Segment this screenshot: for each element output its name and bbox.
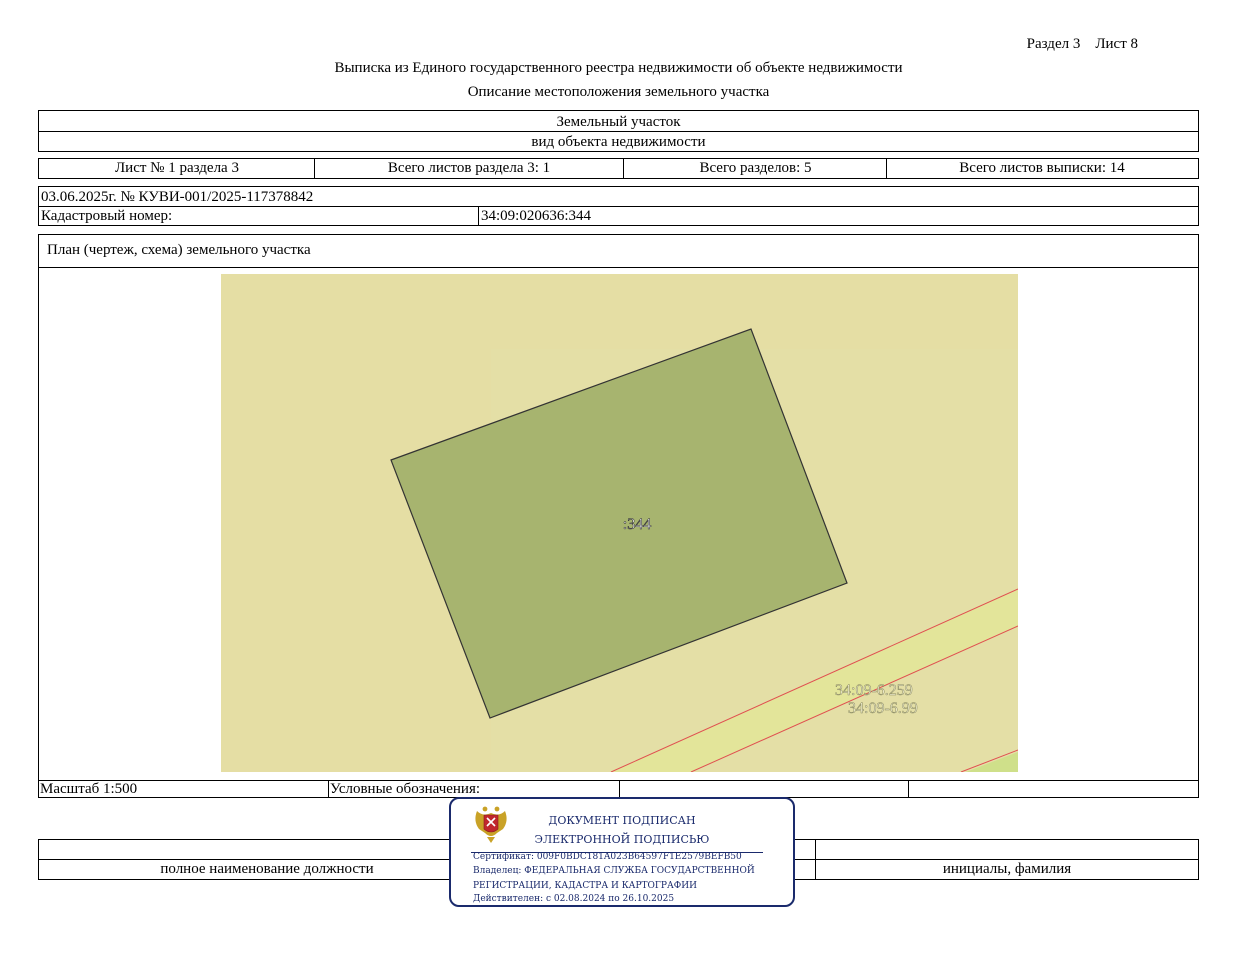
- section-sheet: Раздел 3 Лист 8: [1026, 36, 1138, 52]
- total-sections: Всего разделов: 5: [699, 160, 812, 176]
- stamp-owner-1: Владелец: ФЕДЕРАЛЬНАЯ СЛУЖБА ГОСУДАРСТВЕ…: [473, 866, 755, 876]
- record-row: 03.06.2025г. № КУВИ-001/2025-117378842 К…: [38, 186, 1199, 226]
- plan-map: :344 34:09-6.259 34:09-6.99: [221, 274, 1018, 772]
- stamp-line-1: ДОКУМЕНТ ПОДПИСАН: [548, 814, 696, 827]
- signature-stamp: ДОКУМЕНТ ПОДПИСАН ЭЛЕКТРОННОЙ ПОДПИСЬЮ С…: [449, 797, 795, 907]
- legend-label: Условные обозначения:: [330, 781, 481, 797]
- cadastral-label: Кадастровый номер:: [41, 208, 173, 224]
- stamp-owner-2: РЕГИСТРАЦИИ, КАДАСТРА И КАРТОГРАФИИ: [473, 881, 697, 891]
- zone-label-2: 34:09-6.99: [848, 700, 918, 717]
- plan-drawing: :344 34:09-6.259 34:09-6.99: [221, 274, 1018, 772]
- object-type: Земельный участок: [556, 114, 681, 130]
- divider: [39, 206, 1198, 207]
- divider: [328, 780, 329, 797]
- total-section-sheets: Всего листов раздела 3: 1: [387, 160, 551, 176]
- position-caption: полное наименование должности: [160, 861, 374, 877]
- record-date-number: 03.06.2025г. № КУВИ-001/2025-117378842: [41, 189, 314, 205]
- stamp-certificate: Сертификат: 009F0BDC181A023B64597F1E2579…: [473, 852, 742, 862]
- document-subtitle: Описание местоположения земельного участ…: [467, 84, 770, 100]
- divider: [619, 780, 620, 797]
- parcel-label: :344: [623, 516, 651, 533]
- sheets-row: Лист № 1 раздела 3 Всего листов раздела …: [38, 158, 1199, 179]
- object-type-row: Земельный участок вид объекта недвижимос…: [38, 110, 1199, 152]
- zone-label-1: 34:09-6.259: [835, 682, 913, 699]
- plan-heading: План (чертеж, схема) земельного участка: [47, 242, 311, 258]
- document-title: Выписка из Единого государственного реес…: [334, 60, 903, 76]
- name-caption: инициалы, фамилия: [942, 861, 1072, 877]
- stamp-line-2: ЭЛЕКТРОННОЙ ПОДПИСЬЮ: [534, 833, 710, 846]
- divider: [478, 206, 479, 225]
- stamp-valid: Действителен: с 02.08.2024 по 26.10.2025: [473, 894, 675, 904]
- divider: [908, 780, 909, 797]
- total-extract-sheets: Всего листов выписки: 14: [959, 160, 1125, 176]
- object-type-caption: вид объекта недвижимости: [531, 134, 706, 150]
- sheet-number: Лист № 1 раздела 3: [115, 160, 239, 176]
- cadastral-number: 34:09:020636:344: [481, 208, 592, 224]
- scale-label: Масштаб 1:500: [40, 781, 138, 797]
- divider: [39, 131, 1198, 132]
- divider: [39, 267, 1198, 268]
